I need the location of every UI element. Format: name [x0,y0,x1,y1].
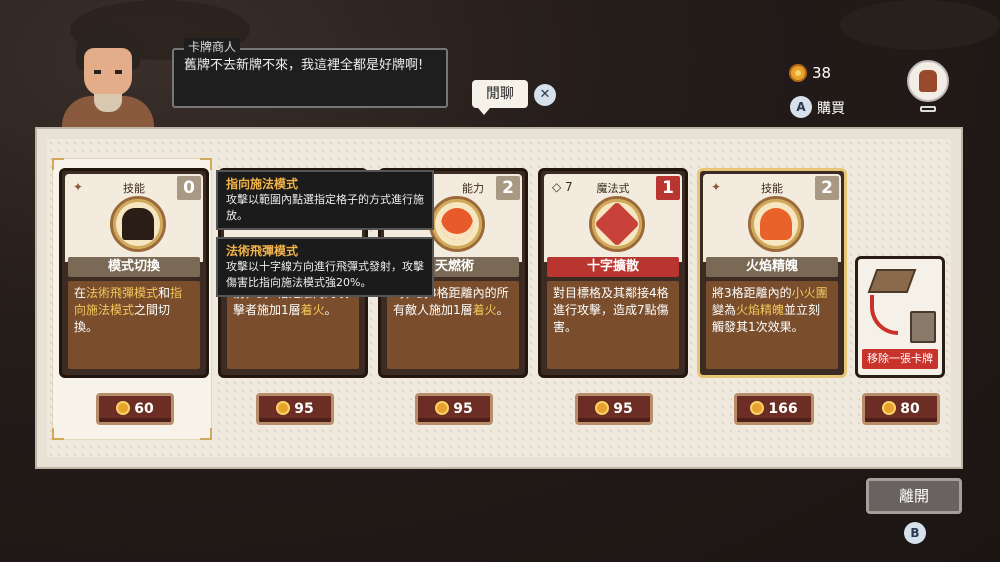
a-button-icon: A [790,96,812,118]
b-button-icon: B [904,522,926,544]
background-shape [840,0,1000,50]
npc-name: 卡牌商人 [184,38,241,55]
card-cost: 0 [177,176,201,200]
price-button[interactable]: 95 [575,393,653,425]
price-value: 166 [768,401,798,417]
coin-icon [276,401,291,415]
menu-icon [920,106,936,112]
keyword-highlight: 着火 [300,303,325,317]
price-button[interactable]: 166 [734,393,814,425]
price-button[interactable]: 60 [96,393,174,425]
buy-label[interactable]: 購買 [817,98,845,118]
npc-portrait [58,22,158,136]
trash-icon [910,311,936,343]
coin-icon [435,401,450,415]
fire-icon [429,196,485,252]
coin-icon [789,64,807,82]
price-value: 95 [294,401,314,417]
cross-star-icon [589,196,645,252]
card-cost: 2 [496,176,520,200]
tooltip-title: 指向施法模式 [226,177,299,191]
card-flame-spirit[interactable]: ✦ 技能 2 火焰精魄 將3格距離內的小火團變為火焰精魄並立刻觸發其1次效果。 [697,168,847,378]
gold-amount: 38 [812,64,832,82]
price-button[interactable]: 95 [256,393,334,425]
remove-card-label: 移除一張卡牌 [862,349,938,369]
keyword-highlight: 火焰精魄 [736,303,785,317]
card-desc: 對目標格及其鄰接4格進行攻擊，造成7點傷害。 [547,281,679,369]
keyword-highlight: 法術飛彈模式 [86,286,159,300]
coin-icon [882,401,897,415]
card-cost: 1 [656,176,680,200]
npc-dialog-text: 舊牌不去新牌不來，我這裡全都是好牌啊! [184,58,424,73]
keyword-highlight: 小火團 [791,286,828,300]
tooltip-text: 攻擊以範圍內點選指定格子的方式進行施放。 [226,193,424,222]
coin-icon [750,401,765,415]
tooltip-point-cast-mode: 指向施法模式 攻擊以範圍內點選指定格子的方式進行施放。 [216,170,434,230]
card-name: 模式切換 [68,257,200,277]
price-button[interactable]: 95 [415,393,493,425]
remove-card-service[interactable]: 移除一張卡牌 [855,256,945,378]
arrow-icon [870,295,898,335]
price-value: 95 [453,401,473,417]
price-value: 95 [613,401,633,417]
coin-icon [116,401,131,415]
tooltip-title: 法術飛彈模式 [226,244,299,258]
card-desc: 在法術飛彈模式和指向施法模式之間切換。 [68,281,200,369]
price-button[interactable]: 80 [862,393,940,425]
card-name: 十字擴散 [547,257,679,277]
npc-dialog-box: 卡牌商人 舊牌不去新牌不來，我這裡全都是好牌啊! [172,38,448,108]
leave-button[interactable]: 離開 [866,478,962,514]
tooltip-missile-mode: 法術飛彈模式 攻擊以十字線方向進行飛彈式發射，攻擊傷害比指向施法模式強20%。 [216,237,434,297]
card-cost: 2 [815,176,839,200]
close-hint-icon[interactable]: ✕ [534,84,556,106]
card-cross-spread[interactable]: ◇ 7 魔法式 1 十字擴散 對目標格及其鄰接4格進行攻擊，造成7點傷害。 [538,168,688,378]
keyword-highlight: 着火 [472,303,497,317]
card-desc: 將3格距離內的小火團變為火焰精魄並立刻觸發其1次效果。 [706,281,838,369]
card-name: 火焰精魄 [706,257,838,277]
price-value: 60 [134,401,154,417]
flame-spirit-icon [748,196,804,252]
silhouette-icon [110,196,166,252]
chat-button[interactable]: 閒聊 [472,80,528,115]
tooltip-text: 攻擊以十字線方向進行飛彈式發射，攻擊傷害比指向施法模式強20%。 [226,260,424,289]
card-deck-icon [867,269,917,293]
card-mode-switch[interactable]: ✦ 技能 0 模式切換 在法術飛彈模式和指向施法模式之間切換。 [59,168,209,378]
price-value: 80 [900,401,920,417]
backpack-icon[interactable] [907,60,949,102]
coin-icon [595,401,610,415]
